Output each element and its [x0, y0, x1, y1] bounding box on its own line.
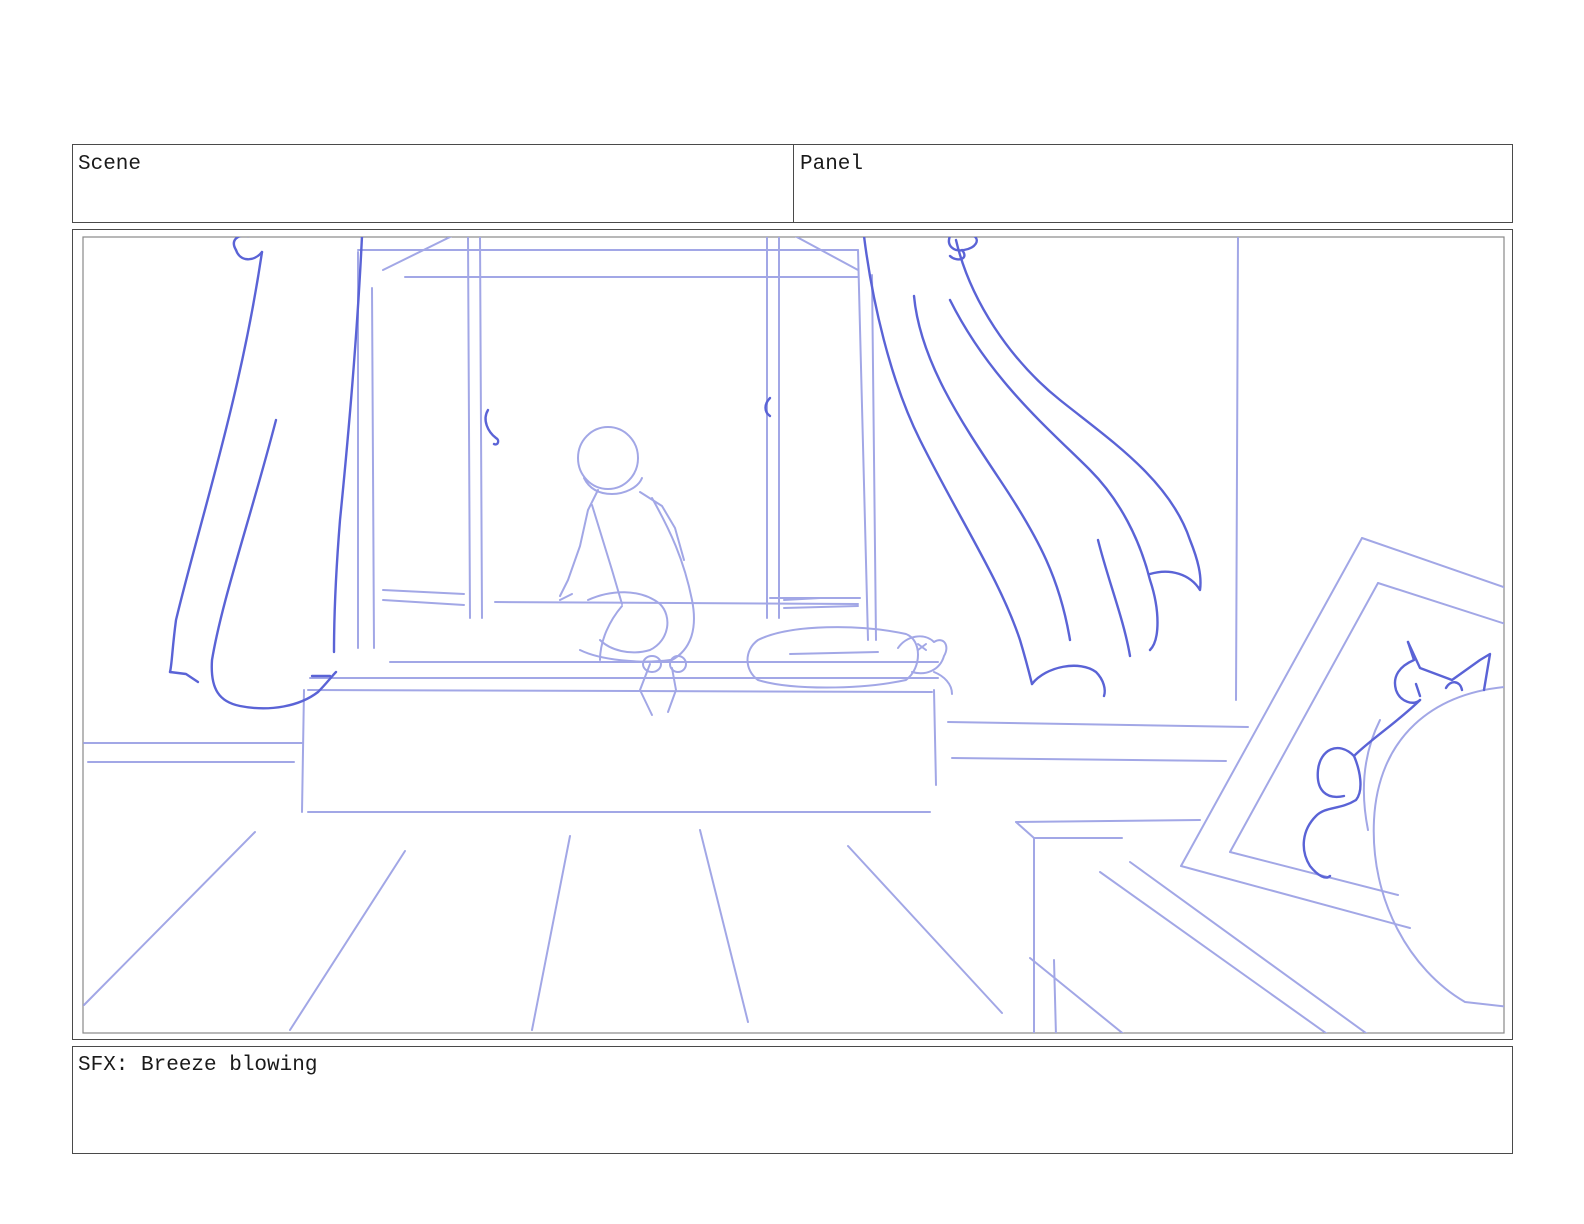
sill-cat [897, 635, 953, 695]
curtain-right [862, 237, 1202, 698]
window-handles [484, 396, 772, 446]
curtain-left [168, 237, 364, 710]
storyboard-sketch [82, 236, 1505, 1034]
panel-inner-border [82, 236, 1505, 1034]
notes-text: SFX: Breeze blowing [78, 1054, 318, 1077]
framed-picture [1180, 537, 1504, 929]
girl-figure [559, 426, 695, 716]
picture-cat [1302, 640, 1492, 879]
side-table [1015, 819, 1368, 1033]
wall-lines [83, 237, 1249, 763]
window-seat [301, 601, 939, 813]
floor-planks [83, 829, 1003, 1031]
armchair [1362, 686, 1504, 1008]
